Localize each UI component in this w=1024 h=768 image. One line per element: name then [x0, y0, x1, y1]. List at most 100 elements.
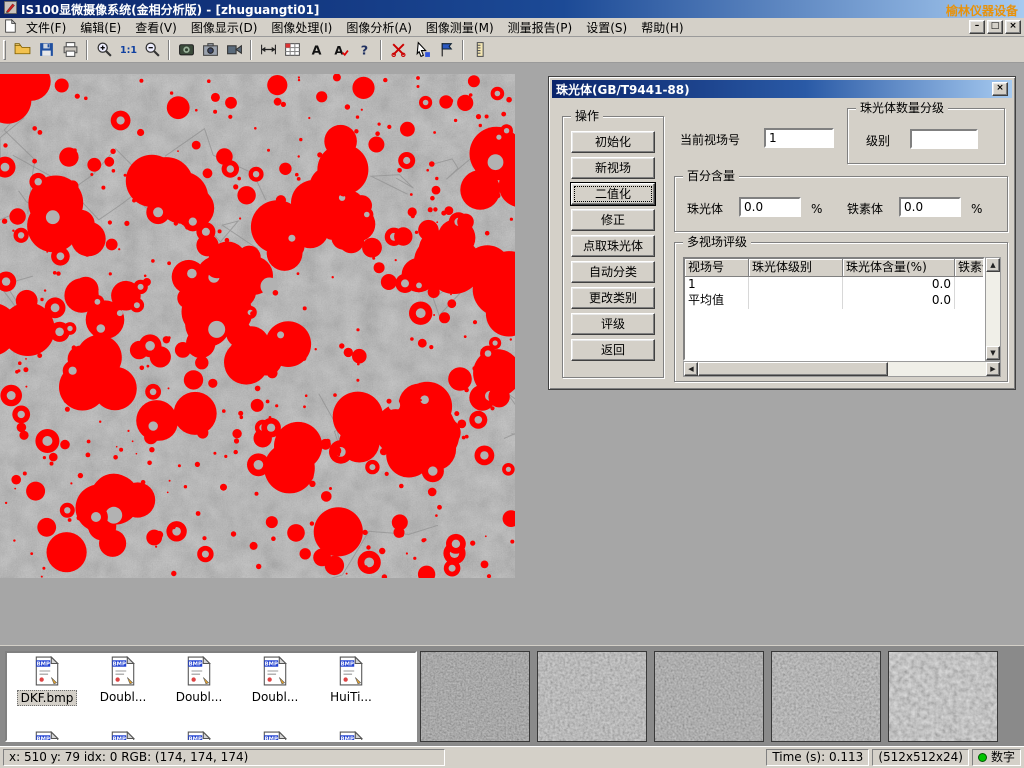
table-cell: 1: [685, 277, 749, 293]
mdi-window-controls: – □ ×: [969, 20, 1021, 34]
thumbnail[interactable]: [420, 651, 530, 742]
file-item[interactable]: BMP: [313, 731, 389, 742]
menu-item[interactable]: 查看(V): [128, 18, 184, 37]
file-item[interactable]: BMPDoubl...: [237, 656, 313, 706]
ferrite-percent-input[interactable]: 0.0: [899, 197, 961, 217]
pearlite-percent-input[interactable]: 0.0: [739, 197, 801, 217]
menu-item[interactable]: 设置(S): [579, 18, 634, 37]
text-a-marked-icon[interactable]: A: [328, 38, 352, 61]
menu-item[interactable]: 测量报告(P): [501, 18, 580, 37]
time-status: Time (s): 0.113: [766, 749, 869, 766]
table-cell: 0.0: [843, 293, 955, 309]
correction-button[interactable]: 修正: [571, 209, 655, 231]
title-bar[interactable]: IS100显微摄像系统(金相分析版) - [zhuguangti01]: [0, 0, 1024, 18]
thumbnail[interactable]: [537, 651, 647, 742]
table-row[interactable]: 平均值0.0: [685, 293, 983, 309]
thumbnail[interactable]: [654, 651, 764, 742]
camera-icon[interactable]: [198, 38, 222, 61]
svg-text:A: A: [311, 43, 321, 58]
open-icon[interactable]: [10, 38, 34, 61]
measure-grid-icon[interactable]: [280, 38, 304, 61]
auto-classify-button[interactable]: 自动分类: [571, 261, 655, 283]
pearlite-label: 珠光体: [687, 199, 723, 219]
cut-icon[interactable]: [386, 38, 410, 61]
ferrite-label: 铁素体: [847, 199, 883, 219]
capture-icon[interactable]: [174, 38, 198, 61]
status-bar: x: 510 y: 79 idx: 0 RGB: (174, 174, 174)…: [0, 746, 1024, 768]
svg-text:?: ?: [360, 43, 367, 58]
toolbar-separator: [250, 40, 252, 60]
file-item[interactable]: BMP: [9, 731, 85, 742]
new-field-button[interactable]: 新视场: [571, 157, 655, 179]
file-item[interactable]: BMP: [85, 731, 161, 742]
scroll-down-icon[interactable]: ▼: [986, 346, 1000, 360]
table-vertical-scrollbar[interactable]: ▲ ▼: [985, 257, 1001, 361]
file-item[interactable]: BMPDoubl...: [161, 656, 237, 706]
help-icon[interactable]: ?: [352, 38, 376, 61]
zoom-in-icon[interactable]: [92, 38, 116, 61]
mdi-restore-button[interactable]: □: [987, 20, 1003, 34]
menu-item[interactable]: 图像显示(D): [184, 18, 265, 37]
grade-input[interactable]: [910, 129, 978, 149]
thumbnail[interactable]: [888, 651, 998, 742]
scroll-right-icon[interactable]: ▶: [986, 362, 1000, 376]
thumbnail[interactable]: [771, 651, 881, 742]
window-title: IS100显微摄像系统(金相分析版) - [zhuguangti01]: [21, 1, 319, 18]
toolbar-separator: [462, 40, 464, 60]
toolbar-grip[interactable]: [3, 40, 6, 60]
menu-item[interactable]: 图像分析(A): [339, 18, 419, 37]
current-field-label: 当前视场号: [680, 130, 740, 150]
file-item[interactable]: BMP: [161, 731, 237, 742]
pick-pearlite-button[interactable]: 点取珠光体: [571, 235, 655, 257]
initialize-button[interactable]: 初始化: [571, 131, 655, 153]
multi-field-legend: 多视场评级: [683, 235, 751, 249]
dialog-close-button[interactable]: ×: [992, 82, 1008, 96]
horizontal-scroll-thumb[interactable]: [698, 362, 888, 376]
menu-item[interactable]: 编辑(E): [73, 18, 128, 37]
menu-item[interactable]: 文件(F): [19, 18, 73, 37]
operation-buttons: 初始化新视场二值化修正点取珠光体自动分类更改类别评级返回: [563, 117, 663, 361]
binarize-button[interactable]: 二值化: [571, 183, 655, 205]
measure-width-icon[interactable]: [256, 38, 280, 61]
svg-text:BMP: BMP: [265, 661, 278, 667]
mdi-minimize-button[interactable]: –: [969, 20, 985, 34]
table-row[interactable]: 10.0: [685, 277, 983, 293]
file-item[interactable]: BMPDoubl...: [85, 656, 161, 706]
mdi-close-button[interactable]: ×: [1005, 20, 1021, 34]
save-icon[interactable]: [34, 38, 58, 61]
toolbar-items: 1:1 AA?: [10, 38, 492, 61]
marker-flag-icon[interactable]: [434, 38, 458, 61]
text-a-icon[interactable]: A: [304, 38, 328, 61]
file-item[interactable]: BMPDKF.bmp: [9, 656, 85, 706]
menu-item[interactable]: 图像测量(M): [419, 18, 501, 37]
ruler-icon[interactable]: [468, 38, 492, 61]
svg-text:BMP: BMP: [341, 661, 354, 667]
change-class-button[interactable]: 更改类别: [571, 287, 655, 309]
bmp-file-icon: BMP: [338, 656, 364, 689]
zoom-out-icon[interactable]: [140, 38, 164, 61]
video-icon[interactable]: [222, 38, 246, 61]
table-header-row: 视场号珠光体级别珠光体含量(%)铁素体: [685, 259, 983, 277]
scroll-left-icon[interactable]: ◀: [684, 362, 698, 376]
current-field-input[interactable]: 1: [764, 128, 834, 148]
menu-item[interactable]: 图像处理(I): [264, 18, 339, 37]
pointer-icon[interactable]: [410, 38, 434, 61]
table-horizontal-scrollbar[interactable]: ◀ ▶: [683, 361, 1001, 377]
scroll-up-icon[interactable]: ▲: [986, 258, 1000, 272]
print-icon[interactable]: [58, 38, 82, 61]
micrograph-image[interactable]: [0, 74, 515, 578]
bmp-file-icon: BMP: [34, 656, 60, 689]
menu-bar-items: 文件(F)编辑(E)查看(V)图像显示(D)图像处理(I)图像分析(A)图像测量…: [19, 18, 691, 37]
return-button[interactable]: 返回: [571, 339, 655, 361]
actual-size-icon[interactable]: 1:1: [116, 38, 140, 61]
file-item[interactable]: BMPHuiTi...: [313, 656, 389, 706]
grade-button[interactable]: 评级: [571, 313, 655, 335]
menu-item[interactable]: 帮助(H): [634, 18, 690, 37]
multi-field-table[interactable]: 视场号珠光体级别珠光体含量(%)铁素体 10.0平均值0.0: [683, 257, 985, 361]
vertical-scroll-track[interactable]: [986, 272, 1000, 346]
file-item[interactable]: BMP: [237, 731, 313, 742]
file-row: BMPDKF.bmpBMPDoubl...BMPDoubl...BMPDoubl…: [7, 653, 415, 706]
horizontal-scroll-track[interactable]: [698, 362, 986, 376]
bmp-file-icon: BMP: [186, 656, 212, 689]
dialog-title-bar[interactable]: 珠光体(GB/T9441-88) ×: [552, 80, 1012, 98]
